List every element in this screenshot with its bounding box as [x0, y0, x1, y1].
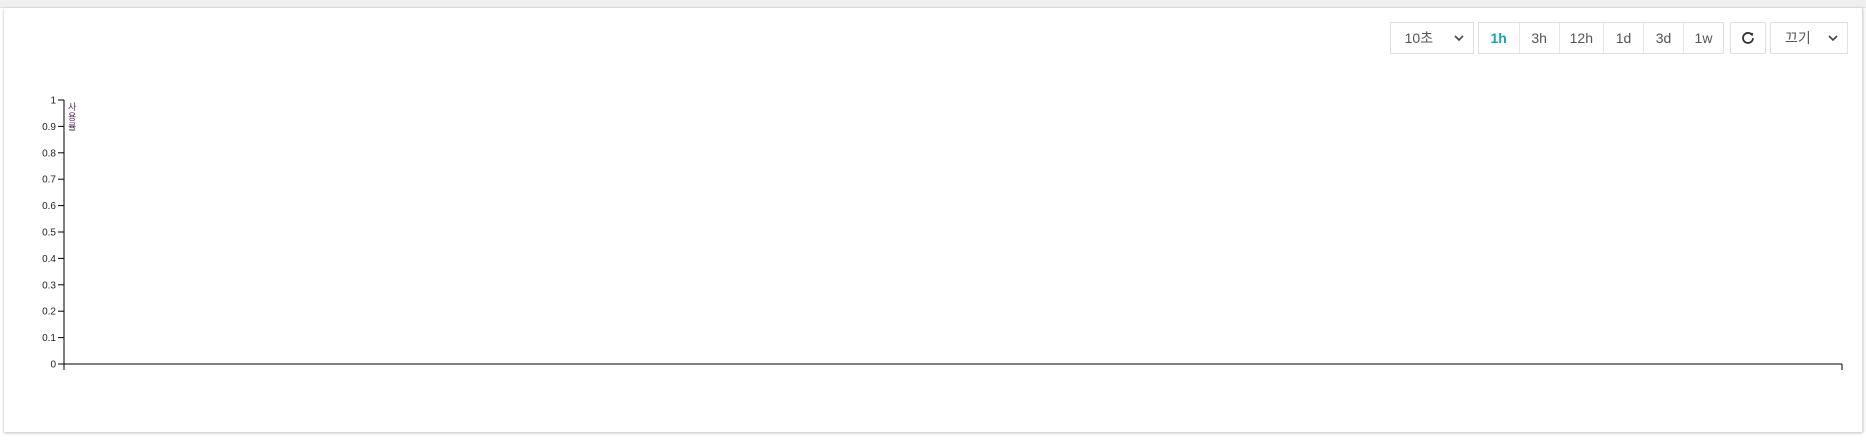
y-tick-label: 0.7 [42, 175, 56, 186]
y-tick-label: 0.3 [42, 280, 56, 291]
y-axis: 0 0.1 0.2 0.3 0.4 0.5 0.6 0.7 0.8 0.9 1 [42, 96, 65, 371]
y-tick-label: 1 [50, 96, 56, 107]
y-tick-label: 0.9 [42, 122, 56, 133]
series-legend-label: 사용률 [68, 102, 77, 133]
y-tick-label: 0.1 [42, 333, 56, 344]
usage-chart: 0 0.1 0.2 0.3 0.4 0.5 0.6 0.7 0.8 0.9 1 사용률 [42, 96, 1843, 371]
y-tick-label: 0.6 [42, 201, 56, 212]
y-tick-label: 0.2 [42, 307, 56, 318]
legend-char: 용 [68, 112, 76, 123]
y-tick-label: 0.8 [42, 148, 56, 159]
chart-panel: 10초 1h 3h 12h 1d 3d 1w 끄기 0 0.1 0.2 0.3 … [4, 8, 1863, 432]
y-tick-label: 0.4 [42, 254, 56, 265]
top-strip [0, 0, 1866, 8]
y-tick-label: 0 [50, 360, 56, 371]
legend-char: 률 [68, 122, 76, 133]
legend-char: 사 [68, 102, 77, 113]
y-tick-label: 0.5 [42, 228, 56, 239]
